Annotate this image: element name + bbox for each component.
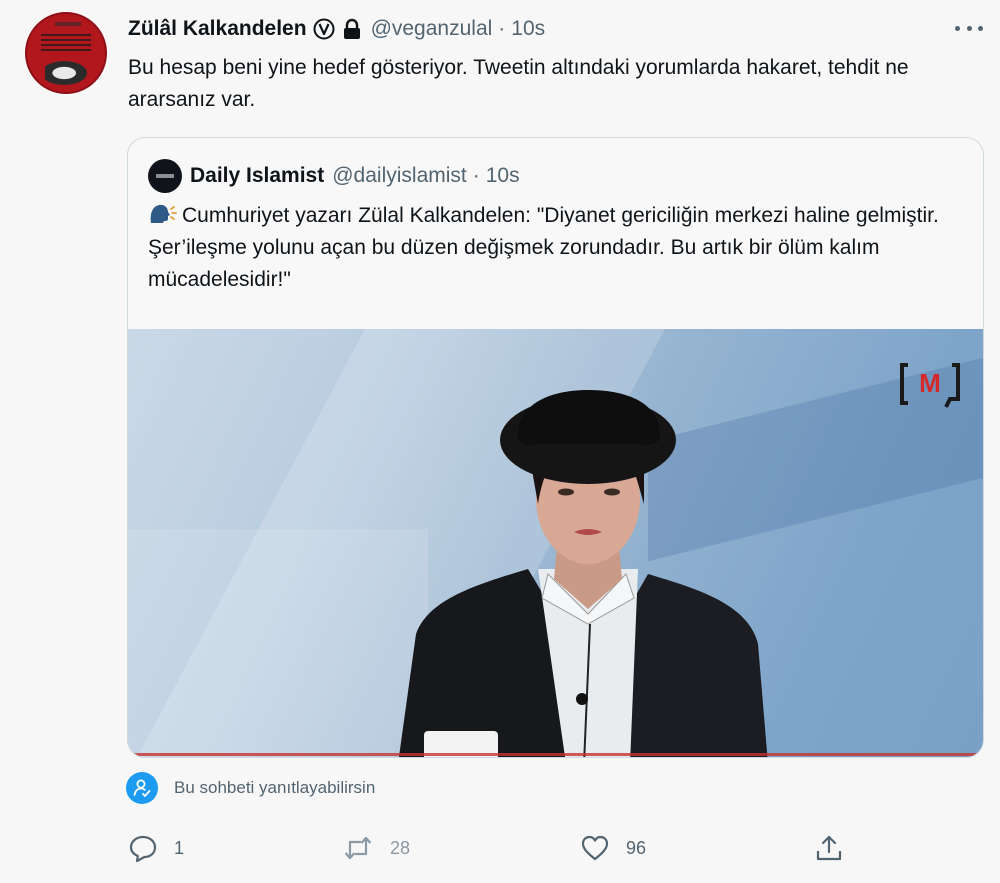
share-button[interactable] (814, 830, 844, 866)
avatar-graphic (55, 22, 81, 26)
retweet-count: 28 (390, 837, 411, 858)
quote-time[interactable]: 10s (486, 164, 520, 188)
more-icon[interactable] (955, 18, 983, 38)
media-channel-logo: M (900, 363, 960, 408)
quote-author-name[interactable]: Daily Islamist (190, 164, 324, 188)
media-logo-letter: M (919, 368, 941, 398)
more-dot (978, 25, 983, 31)
like-count: 96 (626, 837, 647, 858)
author-name[interactable]: Zülâl Kalkandelen (128, 17, 307, 41)
speaking-head-icon (148, 203, 178, 225)
ticker-line (128, 753, 983, 756)
reply-count: 1 (174, 837, 185, 858)
reply-icon (129, 835, 157, 863)
lock-icon (341, 18, 363, 40)
quote-text: Cumhuriyet yazarı Zülal Kalkandelen: "Di… (148, 204, 939, 291)
quoted-tweet[interactable]: Daily Islamist @dailyislamist · 10s Cumh… (127, 137, 984, 758)
quote-avatar[interactable] (148, 159, 182, 193)
separator-dot: · (498, 17, 506, 40)
avatar-graphic (41, 34, 91, 52)
mention-person-icon (126, 772, 158, 804)
quote-media-image[interactable]: M (128, 329, 983, 757)
separator-dot: · (472, 164, 480, 187)
quote-author-handle[interactable]: @dailyislamist (332, 164, 467, 188)
retweet-button[interactable]: 28 (342, 830, 410, 866)
person-figure (398, 390, 768, 757)
avatar-graphic (45, 58, 93, 88)
quote-header: Daily Islamist @dailyislamist · 10s (148, 158, 520, 194)
heart-icon (581, 835, 609, 861)
v-circle-icon (313, 18, 335, 40)
author-handle[interactable]: @veganzulal (371, 17, 493, 41)
tweet-header: Zülâl Kalkandelen @veganzulal · 10s (128, 14, 545, 44)
quote-text-block: Cumhuriyet yazarı Zülal Kalkandelen: "Di… (148, 200, 968, 296)
reply-restriction-text: Bu sohbeti yanıtlayabilirsin (174, 778, 376, 797)
action-bar: 1 28 96 (128, 830, 848, 866)
author-avatar[interactable] (25, 12, 107, 94)
like-button[interactable]: 96 (580, 830, 646, 866)
tweet-time[interactable]: 10s (511, 17, 545, 41)
tweet[interactable]: Zülâl Kalkandelen @veganzulal · 10s Bu h… (0, 0, 1000, 883)
retweet-icon (344, 836, 372, 860)
backdrop-shape (128, 529, 428, 757)
tweet-text: Bu hesap beni yine hedef gösteriyor. Twe… (128, 56, 909, 111)
more-dot (955, 25, 960, 31)
share-icon (816, 835, 842, 861)
more-dot (966, 25, 972, 31)
reply-button[interactable]: 1 (128, 830, 184, 866)
reply-restriction-notice: Bu sohbeti yanıtlayabilirsin (126, 772, 375, 804)
